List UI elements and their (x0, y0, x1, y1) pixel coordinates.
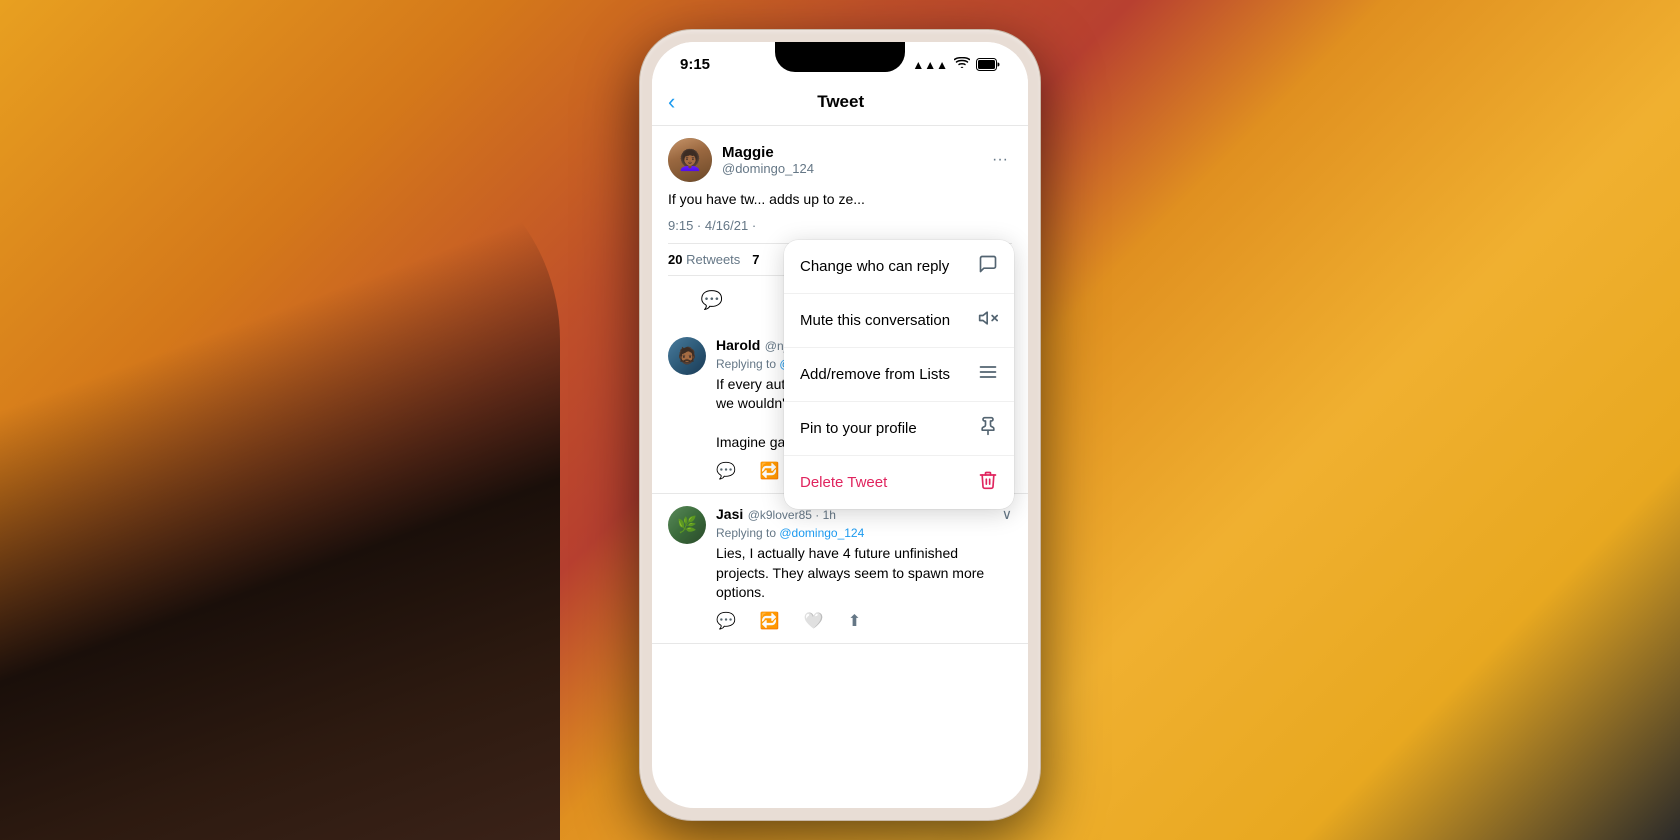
context-menu: Change who can reply Mute this conversat… (784, 240, 1014, 509)
mute-icon (978, 308, 998, 333)
delete-icon (978, 470, 998, 495)
reply-settings-icon (978, 254, 998, 279)
menu-item-change-reply[interactable]: Change who can reply (784, 240, 1014, 294)
menu-item-delete[interactable]: Delete Tweet (784, 456, 1014, 509)
lists-label: Add/remove from Lists (800, 366, 950, 383)
mute-label: Mute this conversation (800, 312, 950, 329)
menu-item-mute[interactable]: Mute this conversation (784, 294, 1014, 348)
hand-overlay (0, 140, 560, 840)
phone-screen: 9:15 ▲▲▲ (652, 42, 1028, 808)
menu-item-pin[interactable]: Pin to your profile (784, 402, 1014, 456)
pin-icon (978, 416, 998, 441)
menu-item-lists[interactable]: Add/remove from Lists (784, 348, 1014, 402)
lists-icon (978, 362, 998, 387)
change-reply-label: Change who can reply (800, 258, 949, 275)
phone-case: 9:15 ▲▲▲ (640, 30, 1040, 820)
delete-label: Delete Tweet (800, 474, 887, 491)
pin-label: Pin to your profile (800, 420, 917, 437)
phone-wrapper: 9:15 ▲▲▲ (640, 30, 1040, 820)
